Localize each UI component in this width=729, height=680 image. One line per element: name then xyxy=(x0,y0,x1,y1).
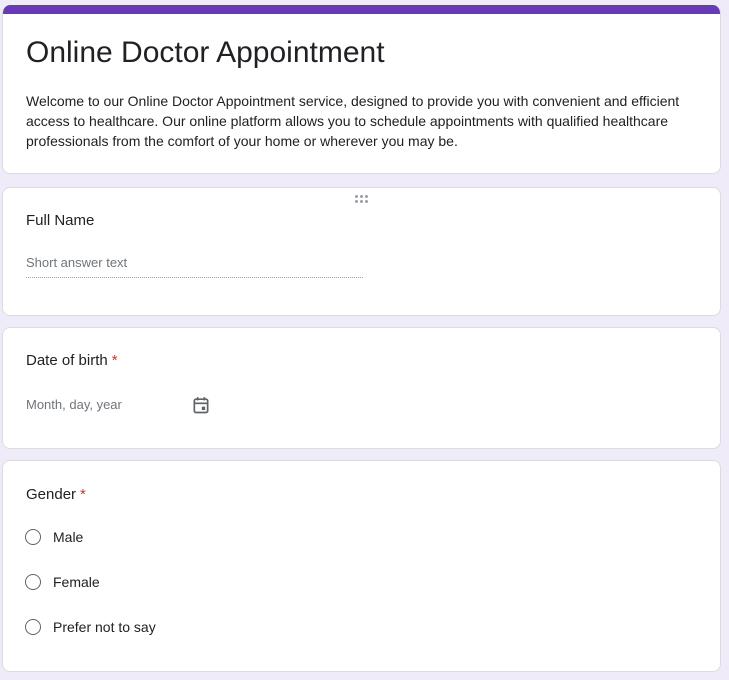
radio-option-female[interactable]: Female xyxy=(25,571,100,593)
question-title: Full Name xyxy=(26,212,95,229)
accent-bar xyxy=(3,5,720,14)
radio-button[interactable] xyxy=(25,529,41,545)
question-title-text: Gender xyxy=(26,486,77,503)
radio-option-male[interactable]: Male xyxy=(25,526,83,548)
question-card-date-of-birth: Date of birth * Month, day, year xyxy=(2,327,721,449)
date-input[interactable]: Month, day, year xyxy=(26,395,216,419)
radio-label: Prefer not to say xyxy=(53,619,156,635)
drag-handle-icon[interactable] xyxy=(355,195,371,203)
calendar-icon[interactable] xyxy=(191,395,211,415)
required-asterisk: * xyxy=(111,352,118,369)
radio-label: Male xyxy=(53,529,84,545)
radio-option-prefer-not-to-say[interactable]: Prefer not to say xyxy=(25,616,156,638)
required-asterisk: * xyxy=(80,486,86,503)
radio-button[interactable] xyxy=(25,574,41,590)
form-title: Online Doctor Appointment xyxy=(26,36,385,69)
form-description: Welcome to our Online Doctor Appointment… xyxy=(26,93,680,149)
short-answer-input[interactable]: Short answer text xyxy=(26,253,363,278)
question-card-gender: Gender * Male Female Prefer not to say xyxy=(2,460,721,672)
question-title: Date of birth * xyxy=(26,351,118,371)
radio-label: Female xyxy=(53,574,100,590)
form-header-card: Online Doctor Appointment Welcome to our… xyxy=(2,5,721,174)
question-title: Gender * xyxy=(26,485,86,505)
question-card-full-name: Full Name Short answer text xyxy=(2,187,721,316)
radio-button[interactable] xyxy=(25,619,41,635)
question-title-text: Date of birth xyxy=(26,352,108,369)
